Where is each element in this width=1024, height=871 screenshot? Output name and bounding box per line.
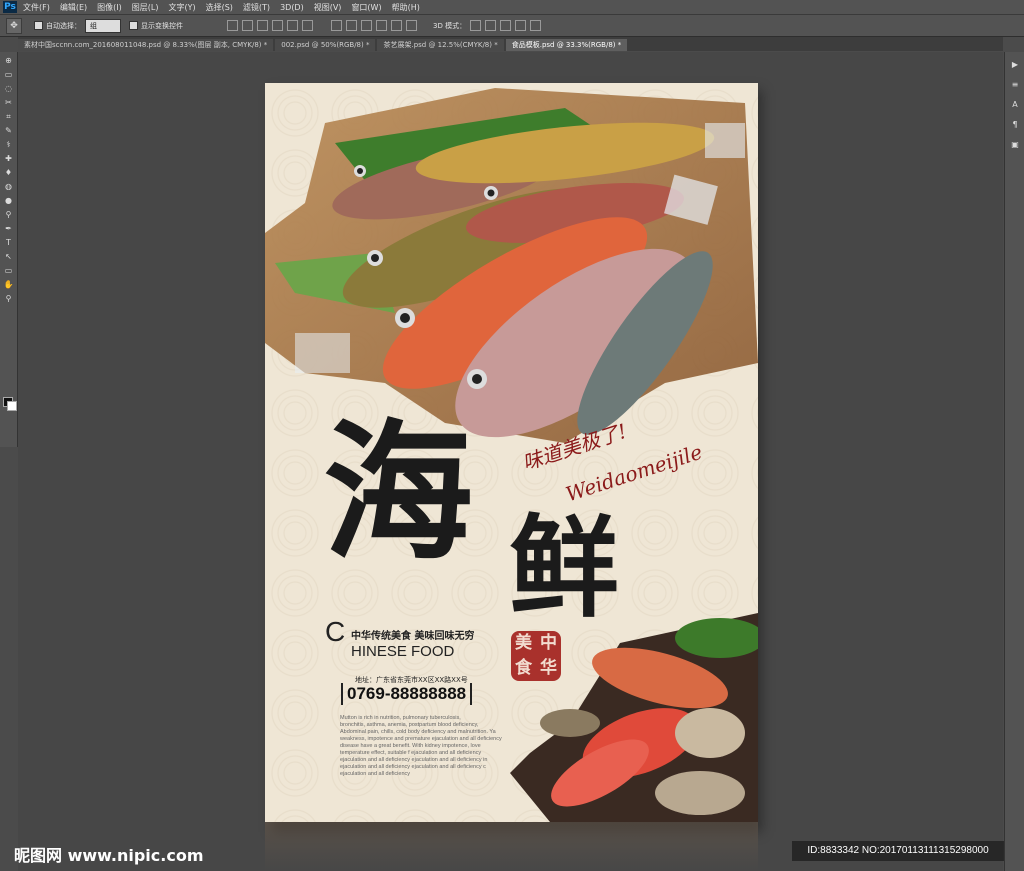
- tab-document-3[interactable]: 茶艺展架.psd @ 12.5%(CMYK/8) *: [377, 39, 504, 51]
- play-panel-icon[interactable]: ▶: [1008, 58, 1022, 72]
- document-tabs: 素材中国sccnn.com_20160801104​8.psd @ 8.33%(…: [18, 37, 1003, 51]
- body-line: Mutton is rich in nutrition, pulmonary t…: [340, 715, 461, 721]
- poster-canvas[interactable]: 海 鲜 味道美极了! Weidaomeijile 中华传统美食 美味回味无穷 C…: [265, 83, 758, 822]
- hand-tool-icon[interactable]: ✋: [3, 279, 14, 290]
- menu-edit[interactable]: 编辑(E): [60, 2, 87, 13]
- right-panel-dock: ▶ ≡ A ¶ ▣: [1004, 52, 1024, 871]
- body-line: ejaculation and all deficiency ejaculati…: [340, 757, 488, 763]
- character-panel-icon[interactable]: A: [1008, 98, 1022, 112]
- show-transform-checkbox[interactable]: [129, 21, 138, 30]
- menu-filter[interactable]: 滤镜(T): [243, 2, 270, 13]
- menu-type[interactable]: 文字(Y): [168, 2, 195, 13]
- distribute-top-icon[interactable]: [331, 20, 342, 31]
- eraser-tool-icon[interactable]: ●: [3, 195, 14, 206]
- body-line: Abdominal pain, chills, cold body defici…: [340, 729, 496, 735]
- menu-select[interactable]: 选择(S): [206, 2, 233, 13]
- body-line: ejaculation and all deficiency ejaculati…: [340, 764, 486, 770]
- path-select-icon[interactable]: ↖: [3, 251, 14, 262]
- body-line: temperature effect, suitable f ejaculati…: [340, 750, 482, 756]
- auto-select-label: 自动选择：: [46, 21, 81, 30]
- distribute-vcenter-icon[interactable]: [346, 20, 357, 31]
- body-line: weakness, impotence and premature ejacul…: [340, 736, 502, 742]
- menu-layer[interactable]: 图层(L): [132, 2, 159, 13]
- menu-bar: Ps 文件(F) 编辑(E) 图像(I) 图层(L) 文字(Y) 选择(S) 滤…: [0, 0, 1024, 15]
- distribute-right-icon[interactable]: [406, 20, 417, 31]
- zoom-tool-icon[interactable]: ⚲: [3, 293, 14, 304]
- blur-tool-icon[interactable]: ⚲: [3, 209, 14, 220]
- seal-char: 食: [515, 658, 532, 678]
- shape-tool-icon[interactable]: ▭: [3, 265, 14, 276]
- headline-hai: 海: [323, 405, 474, 581]
- menu-help[interactable]: 帮助(H): [392, 2, 420, 13]
- align-right-icon[interactable]: [302, 20, 313, 31]
- watermark-nipic: 昵图网 www.nipic.com: [14, 846, 204, 865]
- move-tool-icon[interactable]: ⊕: [3, 55, 14, 66]
- 3d-slide-icon[interactable]: [515, 20, 527, 31]
- auto-select-dropdown[interactable]: 组: [85, 18, 121, 33]
- 3d-mode-label: 3D 模式：: [433, 21, 467, 30]
- distribute-left-icon[interactable]: [376, 20, 387, 31]
- lasso-tool-icon[interactable]: ◌: [3, 83, 14, 94]
- 3d-rotate-icon[interactable]: [470, 20, 482, 31]
- tagline-english: HINESE FOOD: [351, 643, 455, 660]
- watermark-id: ID:8833342 NO:20170113111315298000: [792, 841, 1004, 861]
- tab-document-1[interactable]: 素材中国sccnn.com_20160801104​8.psd @ 8.33%(…: [18, 39, 274, 51]
- brush-tool-icon[interactable]: ✚: [3, 153, 14, 164]
- tab-document-2[interactable]: 002.psd @ 50%(RGB/8) *: [275, 39, 376, 51]
- options-bar: ✥ 自动选择： 组 显示变换控件 3D 模式：: [0, 15, 1024, 37]
- move-tool-icon[interactable]: ✥: [6, 17, 22, 34]
- seal-char: 美: [515, 633, 532, 653]
- distribute-bottom-icon[interactable]: [361, 20, 372, 31]
- seal-char: 中: [540, 633, 557, 653]
- body-text-block: Mutton is rich in nutrition, pulmonary t…: [340, 715, 502, 778]
- menu-view[interactable]: 视图(V): [314, 2, 342, 13]
- eyedropper-tool-icon[interactable]: ✎: [3, 125, 14, 136]
- crop-tool-icon[interactable]: ✂: [3, 97, 14, 108]
- align-bottom-icon[interactable]: [257, 20, 268, 31]
- align-vcenter-icon[interactable]: [242, 20, 253, 31]
- menu-image[interactable]: 图像(I): [97, 2, 122, 13]
- menu-3d[interactable]: 3D(D): [280, 3, 304, 12]
- 3d-roll-icon[interactable]: [485, 20, 497, 31]
- paragraph-panel-icon[interactable]: ¶: [1008, 118, 1022, 132]
- type-tool-icon[interactable]: T: [3, 237, 14, 248]
- align-top-icon[interactable]: [227, 20, 238, 31]
- pen-tool-icon[interactable]: ✒: [3, 223, 14, 234]
- body-line: disease have a great benefit. With kidne…: [340, 743, 481, 749]
- body-line: bronchitis, asthma, anemia, postpartum b…: [340, 722, 479, 728]
- align-left-icon[interactable]: [272, 20, 283, 31]
- tools-panel: ⊕ ▭ ◌ ✂ ⌗ ✎ ⚕ ✚ ♦ ◍ ● ⚲ ✒ T ↖ ▭ ✋ ⚲: [0, 52, 18, 447]
- body-line: ejaculation and all deficiency: [340, 771, 411, 777]
- seal-stamp: 美 中 食 华: [511, 631, 561, 681]
- menu-window[interactable]: 窗口(W): [351, 2, 381, 13]
- phone-number: 0769-88888888: [341, 683, 473, 705]
- tab-document-4[interactable]: 食品模板.psd @ 33.3%(RGB/8) *: [505, 39, 628, 51]
- menu-panel-icon[interactable]: ≡: [1008, 78, 1022, 92]
- marquee-tool-icon[interactable]: ▭: [3, 69, 14, 80]
- auto-select-checkbox[interactable]: [34, 21, 43, 30]
- 3d-drag-icon[interactable]: [500, 20, 512, 31]
- menu-file[interactable]: 文件(F): [23, 2, 50, 13]
- seal-char: 华: [540, 658, 557, 678]
- show-transform-label: 显示变换控件: [141, 21, 183, 30]
- slice-tool-icon[interactable]: ⌗: [3, 111, 14, 122]
- tagline-chinese: 中华传统美食 美味回味无穷: [351, 631, 475, 642]
- headline-xian: 鲜: [509, 503, 619, 632]
- background-color-swatch[interactable]: [7, 401, 17, 411]
- layers-panel-icon[interactable]: ▣: [1008, 138, 1022, 152]
- 3d-scale-icon[interactable]: [530, 20, 542, 31]
- stamp-tool-icon[interactable]: ♦: [3, 167, 14, 178]
- history-brush-icon[interactable]: ◍: [3, 181, 14, 192]
- align-hcenter-icon[interactable]: [287, 20, 298, 31]
- distribute-hcenter-icon[interactable]: [391, 20, 402, 31]
- poster-reflection: [265, 822, 758, 871]
- photoshop-logo: Ps: [3, 1, 17, 13]
- tagline-english-initial: C: [325, 616, 346, 647]
- healing-tool-icon[interactable]: ⚕: [3, 139, 14, 150]
